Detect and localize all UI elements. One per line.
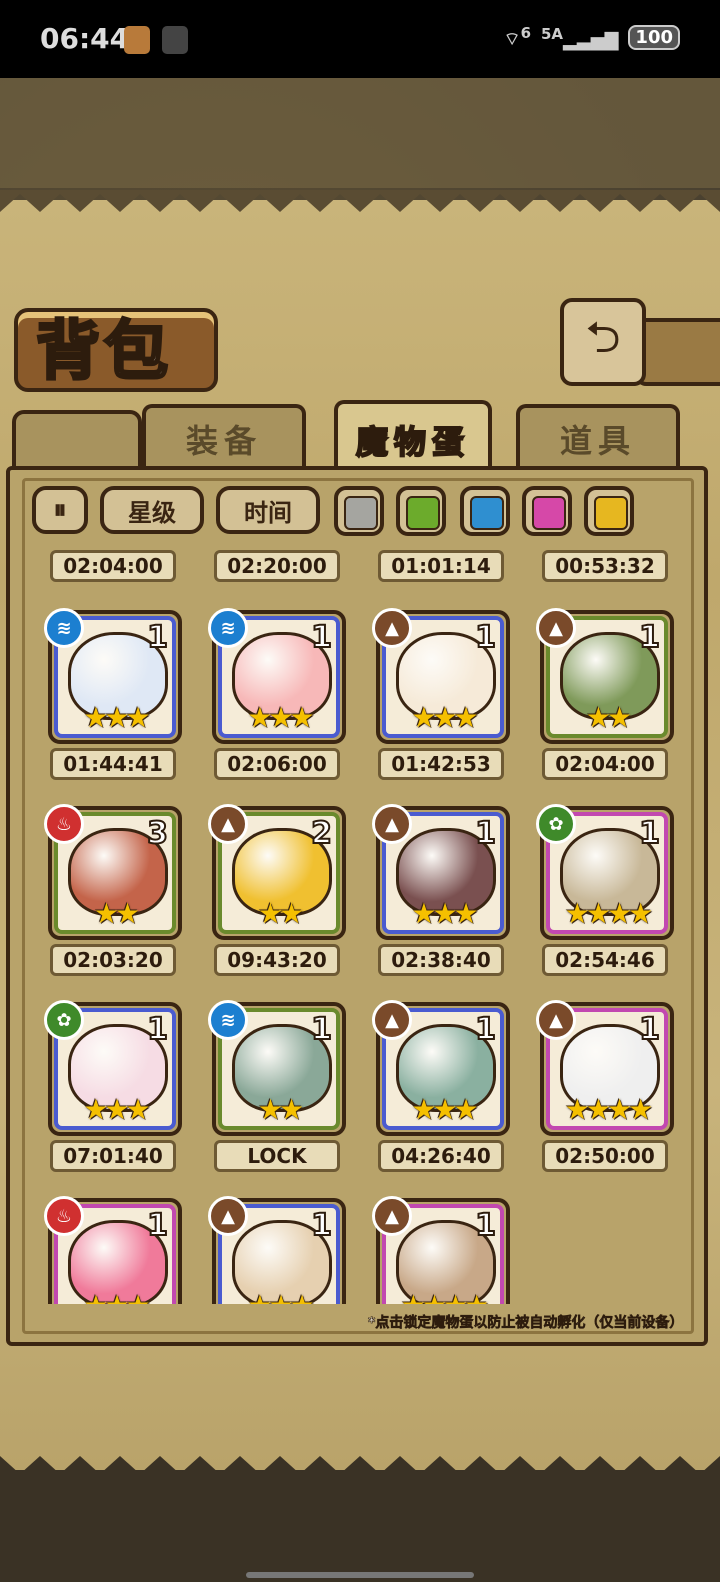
egg-quantity: 1 — [474, 1011, 497, 1048]
egg-stars: ★★★★ — [380, 1289, 506, 1304]
egg-stars: ★★★ — [52, 1289, 178, 1304]
earth-element-icon: ▲ — [372, 804, 412, 844]
egg-stars: ★★★ — [411, 701, 478, 734]
blue-swatch — [470, 496, 504, 530]
green-swatch — [406, 496, 440, 530]
egg-stars: ★★★ — [411, 897, 478, 930]
zigzag-bottom-edge — [0, 1456, 720, 1478]
wood-element-icon: ✿ — [44, 1000, 84, 1040]
egg-timer: 02:54:46 — [542, 944, 668, 976]
tab-left-decoration — [12, 410, 142, 472]
earth-element-icon: ▲ — [208, 804, 248, 844]
star-sort-button[interactable]: 星级 — [100, 486, 204, 534]
egg-timer: 09:43:20 — [214, 944, 340, 976]
egg-quantity: 3 — [146, 815, 169, 852]
egg-quantity: 1 — [310, 1207, 333, 1244]
filter-green-button[interactable] — [396, 486, 446, 536]
egg-timer: 00:53:32 — [542, 550, 668, 582]
egg-timer: 01:01:14 — [378, 550, 504, 582]
egg-quantity: 1 — [638, 619, 661, 656]
egg-stars: ★★★ — [83, 1093, 150, 1126]
water-element-icon: ≋ — [208, 608, 248, 648]
back-arrow-icon: ⮌ — [585, 311, 621, 363]
sort-toggle-button[interactable]: ⏸ — [32, 486, 88, 534]
purple-swatch — [532, 496, 566, 530]
earth-element-icon: ▲ — [536, 608, 576, 648]
map-top-band — [0, 78, 720, 188]
egg-stars: ★★★ — [411, 1093, 478, 1126]
egg-stars: ★★★ — [247, 701, 314, 734]
wood-element-icon: ✿ — [536, 804, 576, 844]
home-indicator[interactable] — [246, 1572, 474, 1578]
filter-yellow-button[interactable] — [584, 486, 634, 536]
egg-stars: ★★ — [257, 897, 304, 930]
egg-quantity: 1 — [310, 1011, 333, 1048]
egg-quantity: 2 — [310, 815, 333, 852]
signal-icon: 5A▂▃▅▇ — [541, 24, 619, 51]
egg-timer: 01:42:53 — [378, 748, 504, 780]
filter-purple-button[interactable] — [522, 486, 572, 536]
back-button[interactable]: ⮌ — [560, 298, 646, 386]
fire-element-icon: ♨ — [44, 804, 84, 844]
tab-equipment[interactable]: 装备 — [142, 404, 306, 470]
egg-timer: 01:44:41 — [50, 748, 176, 780]
egg-lock-label: LOCK — [214, 1140, 340, 1172]
earth-element-icon: ▲ — [372, 1000, 412, 1040]
signal-label: 5A — [541, 24, 564, 43]
egg-quantity: 1 — [638, 1011, 661, 1048]
page-title: 背包 — [35, 313, 172, 391]
egg-stars: ★★ — [93, 897, 140, 930]
egg-timer: 02:50:00 — [542, 1140, 668, 1172]
app-notification-icon-2 — [162, 26, 188, 54]
egg-quantity: 1 — [474, 815, 497, 852]
zigzag-top-edge — [0, 190, 720, 212]
egg-timer: 02:20:00 — [214, 550, 340, 582]
egg-stars: ★★ — [585, 701, 632, 734]
egg-timer: 02:03:20 — [50, 944, 176, 976]
egg-stars: ★★ — [257, 1093, 304, 1126]
egg-timer: 04:26:40 — [378, 1140, 504, 1172]
wifi-icon: ⌔6 — [503, 24, 531, 50]
egg-quantity: 1 — [146, 1011, 169, 1048]
tab-monster-eggs[interactable]: 魔物蛋 — [334, 400, 492, 476]
map-bottom-band — [0, 1460, 720, 1582]
earth-element-icon: ▲ — [208, 1196, 248, 1236]
back-rail — [636, 318, 720, 386]
egg-quantity: 1 — [310, 619, 333, 656]
time-sort-button[interactable]: 时间 — [216, 486, 320, 534]
fire-element-icon: ♨ — [44, 1196, 84, 1236]
filter-blue-button[interactable] — [460, 486, 510, 536]
egg-timer: 02:38:40 — [378, 944, 504, 976]
tab-items[interactable]: 道具 — [516, 404, 680, 470]
egg-timer: 07:01:40 — [50, 1140, 176, 1172]
egg-timer: 02:06:00 — [214, 748, 340, 780]
egg-quantity: 1 — [474, 619, 497, 656]
egg-stars: ★★★ — [216, 1289, 342, 1304]
app-notification-icon — [124, 26, 150, 54]
egg-grid[interactable]: 02:04:00 02:20:00 01:01:14 00:53:32 1 ★★★ ≋ 01:… — [26, 542, 694, 1304]
gray-swatch — [344, 496, 378, 530]
egg-quantity: 1 — [146, 619, 169, 656]
water-element-icon: ≋ — [208, 1000, 248, 1040]
earth-element-icon: ▲ — [372, 608, 412, 648]
lock-tip: *点击锁定魔物蛋以防止被自动孵化（仅当前设备） — [368, 1315, 684, 1332]
filter-gray-button[interactable] — [334, 486, 384, 536]
egg-stars: ★★★★ — [564, 897, 653, 930]
status-time: 06:44 — [40, 22, 130, 55]
wifi-label: 6 — [520, 24, 531, 42]
earth-element-icon: ▲ — [372, 1196, 412, 1236]
egg-quantity: 1 — [638, 815, 661, 852]
egg-stars: ★★★★ — [564, 1093, 653, 1126]
egg-stars: ★★★ — [83, 701, 150, 734]
status-bar: 06:44 ⌔6 5A▂▃▅▇ 100 — [0, 0, 720, 78]
battery-icon: 100 — [628, 25, 680, 50]
egg-timer: 02:04:00 — [542, 748, 668, 780]
egg-timer: 02:04:00 — [50, 550, 176, 582]
egg-quantity: 1 — [474, 1207, 497, 1244]
water-element-icon: ≋ — [44, 608, 84, 648]
earth-element-icon: ▲ — [536, 1000, 576, 1040]
yellow-swatch — [594, 496, 628, 530]
sort-toggle-icon: ⏸ — [53, 494, 67, 525]
egg-quantity: 1 — [146, 1207, 169, 1244]
